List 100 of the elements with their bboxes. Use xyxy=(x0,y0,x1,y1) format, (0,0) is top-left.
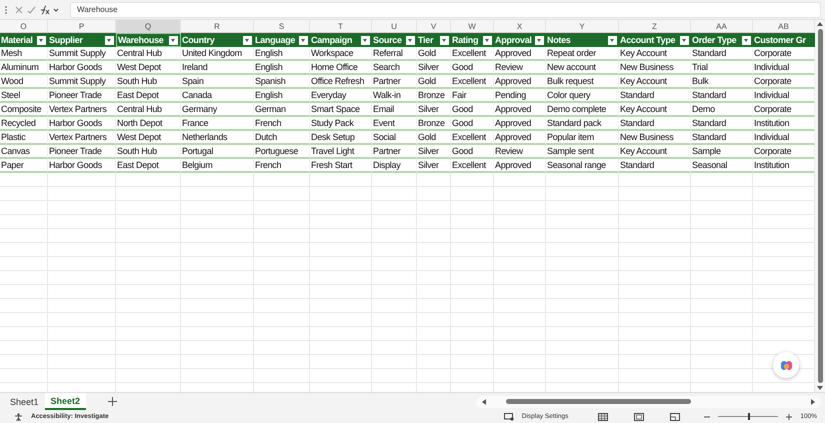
table-cell: Bronze xyxy=(417,89,451,103)
table-cell: Gold xyxy=(417,131,451,145)
table-cell: Desk Setup xyxy=(310,131,372,145)
filter-dropdown-button[interactable] xyxy=(105,36,114,44)
table-cell: Portugal xyxy=(181,145,254,159)
table-cell: Referral xyxy=(372,47,417,61)
column-header[interactable]: Z xyxy=(619,20,691,33)
table-cell: Standard xyxy=(691,131,753,145)
add-sheet-icon[interactable] xyxy=(108,397,118,406)
table-cell: North Depot xyxy=(116,117,181,131)
header-label: Material xyxy=(1,35,33,45)
table-cell: Pioneer Trade xyxy=(48,145,116,159)
filter-dropdown-button[interactable] xyxy=(608,36,617,44)
table-cell: Steel xyxy=(0,89,48,103)
table-cell: Key Account xyxy=(619,145,691,159)
filter-dropdown-button[interactable] xyxy=(169,36,178,44)
table-cell: Trial xyxy=(691,61,753,75)
filter-dropdown-button[interactable] xyxy=(483,36,492,44)
table-cell: German xyxy=(254,103,310,117)
filter-dropdown-button[interactable] xyxy=(37,36,46,44)
table-cell: Approved xyxy=(494,131,546,145)
column-header[interactable]: T xyxy=(310,20,372,33)
table-cell: Approved xyxy=(494,47,546,61)
column-header[interactable]: AB xyxy=(753,20,815,33)
sheet-tab[interactable]: Sheet2 xyxy=(44,393,86,410)
header-label: Order Type xyxy=(692,35,736,45)
column-header[interactable]: X xyxy=(494,20,546,33)
table-cell: Workspace xyxy=(310,47,372,61)
display-settings-icon xyxy=(504,412,514,420)
table-cell: East Depot xyxy=(116,89,181,103)
header-label: Rating xyxy=(452,35,478,45)
column-header[interactable]: R xyxy=(181,20,254,33)
column-header[interactable]: O xyxy=(0,20,48,33)
scroll-thumb[interactable] xyxy=(506,399,691,404)
copilot-icon xyxy=(780,358,792,372)
table-cell: Approved xyxy=(494,159,546,173)
table-cell: Travel Light xyxy=(310,145,372,159)
header-label: Warehouse xyxy=(118,35,164,45)
scroll-right-icon[interactable] xyxy=(811,398,815,404)
table-cell: Summit Supply xyxy=(48,47,116,61)
normal-view-icon[interactable] xyxy=(598,412,608,420)
scroll-left-icon[interactable] xyxy=(482,398,486,404)
header-label: Campaign xyxy=(311,35,352,45)
scroll-down-icon[interactable] xyxy=(817,386,823,390)
table-cell: Silver xyxy=(417,145,451,159)
column-header[interactable]: Q xyxy=(116,20,181,33)
page-break-icon[interactable] xyxy=(670,412,680,420)
filter-dropdown-button[interactable] xyxy=(406,36,415,44)
table-cell: Summit Supply xyxy=(48,75,116,89)
table-cell: Good xyxy=(451,145,494,159)
zoom-in-icon[interactable] xyxy=(786,414,792,420)
table-cell: Pioneer Trade xyxy=(48,89,116,103)
table-cell: Key Account xyxy=(619,103,691,117)
sheet-tab[interactable]: Sheet1 xyxy=(4,393,45,410)
filter-dropdown-button[interactable] xyxy=(742,36,751,44)
column-header[interactable]: U xyxy=(372,20,417,33)
filter-dropdown-button[interactable] xyxy=(361,36,370,44)
table-cell: Seasonal xyxy=(691,159,753,173)
table-cell: Standard xyxy=(691,47,753,61)
table-cell: English xyxy=(254,61,310,75)
table-cell: Search xyxy=(372,61,417,75)
column-header[interactable]: S xyxy=(254,20,310,33)
formula-input[interactable]: Warehouse xyxy=(70,2,821,18)
table-cell: English xyxy=(254,47,310,61)
table-cell: Approved xyxy=(494,75,546,89)
column-header[interactable]: W xyxy=(451,20,494,33)
table-cell: Silver xyxy=(417,61,451,75)
table-cell: Demo complete xyxy=(546,103,619,117)
table-cell: Standard pack xyxy=(546,117,619,131)
scroll-up-icon[interactable] xyxy=(817,22,823,26)
header-label: Approval xyxy=(495,35,532,45)
filter-dropdown-button[interactable] xyxy=(440,36,449,44)
table-cell: Composite xyxy=(0,103,48,117)
table-cell: Gold xyxy=(417,75,451,89)
header-label: Source xyxy=(373,35,402,45)
table-cell: Email xyxy=(372,103,417,117)
filter-dropdown-button[interactable] xyxy=(680,36,689,44)
header-label: Account Type xyxy=(620,35,676,45)
column-header[interactable]: Y xyxy=(546,20,619,33)
filter-dropdown-button[interactable] xyxy=(299,36,308,44)
horizontal-scrollbar[interactable] xyxy=(476,396,821,408)
copilot-button[interactable] xyxy=(773,352,799,378)
page-layout-icon[interactable] xyxy=(634,412,644,420)
column-header[interactable]: V xyxy=(417,20,451,33)
table-cell: Approved xyxy=(494,117,546,131)
filter-dropdown-button[interactable] xyxy=(535,36,544,44)
table-cell: Silver xyxy=(417,159,451,173)
table-cell: France xyxy=(181,117,254,131)
table-cell: West Depot xyxy=(116,131,181,145)
table-cell: Partner xyxy=(372,75,417,89)
scroll-thumb[interactable] xyxy=(818,29,822,383)
table-cell: New Business xyxy=(619,131,691,145)
table-cell: Social xyxy=(372,131,417,145)
filter-dropdown-button[interactable] xyxy=(243,36,252,44)
column-header[interactable]: P xyxy=(48,20,116,33)
table-cell: Key Account xyxy=(619,75,691,89)
table-cell: Excellent xyxy=(451,75,494,89)
table-cell: Home Office xyxy=(310,61,372,75)
column-header[interactable]: AA xyxy=(691,20,753,33)
vertical-scrollbar[interactable] xyxy=(815,20,825,392)
